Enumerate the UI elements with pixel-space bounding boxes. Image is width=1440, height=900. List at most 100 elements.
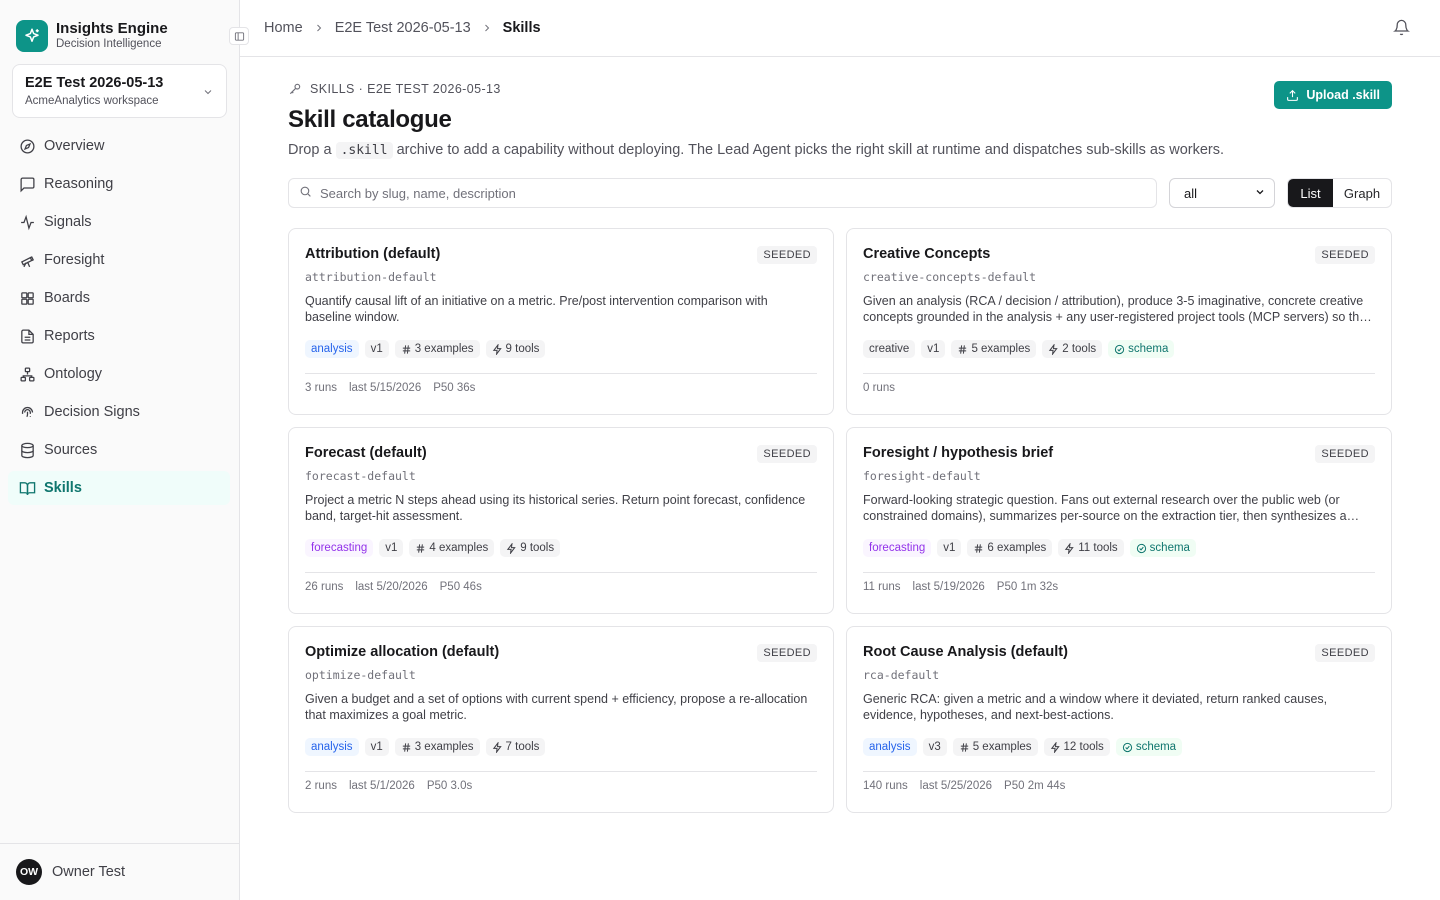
category-tag: creative [863,340,916,358]
skill-stats: 2 runs last 5/1/2026 P50 3.0s [305,780,484,792]
skill-slug: optimize-default [305,668,416,682]
skill-card[interactable]: Forecast (default) SEEDED forecast-defau… [288,427,834,614]
tools-count: 12 tools [1063,741,1104,753]
examples-tag: 4 examples [409,539,495,557]
skill-card[interactable]: Optimize allocation (default) SEEDED opt… [288,626,834,813]
run-count: 26 runs [305,581,344,593]
view-toggle: List Graph [1287,178,1392,208]
skill-title: Creative Concepts [863,246,991,262]
version-tag: v1 [921,340,946,358]
examples-tag: 5 examples [951,340,1037,358]
workspace-title: E2E Test 2026-05-13 [25,75,164,91]
sidebar-item-foresight[interactable]: Foresight [8,243,230,277]
activity-icon [18,213,36,231]
sidebar-item-reports[interactable]: Reports [8,319,230,353]
card-divider [305,373,817,374]
bell-icon[interactable] [1393,19,1410,39]
fingerprint-icon [18,403,36,421]
tools-tag: 11 tools [1058,539,1124,557]
version-tag: v1 [364,340,389,358]
search-box[interactable] [288,178,1157,208]
sidebar-item-sources[interactable]: Sources [8,433,230,467]
sidebar-item-decision-signs[interactable]: Decision Signs [8,395,230,429]
sidebar-item-label: Signals [44,214,92,230]
run-count: 2 runs [305,780,337,792]
sidebar-item-reasoning[interactable]: Reasoning [8,167,230,201]
version-tag: v1 [379,539,404,557]
page-eyebrow: SKILLS · E2E TEST 2026-05-13 [288,80,1392,98]
user-menu[interactable]: OW Owner Test [0,843,239,900]
skill-title: Foresight / hypothesis brief [863,445,1054,461]
upload-icon [1286,89,1299,102]
seeded-badge: SEEDED [1315,644,1375,662]
sidebar-item-label: Decision Signs [44,404,140,420]
breadcrumb-home[interactable]: Home [264,20,303,36]
run-count: 0 runs [863,382,895,394]
description-after: archive to add a capability without depl… [396,142,1225,158]
sidebar-item-label: Reports [44,328,95,344]
skill-slug: foresight-default [863,469,981,483]
sidebar-item-skills[interactable]: Skills [8,471,230,505]
topbar: Home E2E Test 2026-05-13 Skills [240,0,1440,57]
sidebar-item-label: Skills [44,480,82,496]
sidebar-item-label: Boards [44,290,90,306]
skill-tags: forecasting v1 4 examples 9 tools [305,538,817,558]
tools-count: 7 tools [505,741,540,753]
sidebar-item-ontology[interactable]: Ontology [8,357,230,391]
category-tag: forecasting [863,539,932,557]
zap-icon [492,741,503,753]
file-extension-code: .skill [335,142,393,159]
skill-stats: 11 runs last 5/19/2026 P50 1m 32s [863,581,1070,593]
run-count: 3 runs [305,382,337,394]
p50-latency: P50 46s [439,581,482,593]
brand-name: Insights Engine [56,19,168,37]
tools-count: 9 tools [505,343,540,355]
chevron-down-icon [1254,186,1266,201]
skill-card[interactable]: Creative Concepts SEEDED creative-concep… [846,228,1392,415]
skill-title: Root Cause Analysis (default) [863,644,1068,660]
card-divider [305,771,817,772]
skill-slug: rca-default [863,668,940,682]
hash-icon [959,742,970,753]
seeded-badge: SEEDED [1315,445,1375,463]
sidebar-item-boards[interactable]: Boards [8,281,230,315]
brand[interactable]: Insights Engine Decision Intelligence [0,0,239,52]
seeded-badge: SEEDED [757,644,817,662]
skill-tags: forecasting v1 6 examples 11 tools schem… [863,538,1375,558]
sidebar-item-signals[interactable]: Signals [8,205,230,239]
hash-icon [401,344,412,355]
skill-card[interactable]: Foresight / hypothesis brief SEEDED fore… [846,427,1392,614]
examples-tag: 6 examples [967,539,1053,557]
category-tag: analysis [863,738,917,756]
tools-count: 9 tools [520,542,555,554]
upload-skill-button[interactable]: Upload .skill [1274,81,1392,109]
schema-label: schema [1149,542,1190,554]
telescope-icon [18,251,36,269]
workspace-switcher[interactable]: E2E Test 2026-05-13 AcmeAnalytics worksp… [12,64,227,118]
view-list-button[interactable]: List [1288,179,1333,207]
check-circle-icon [1114,344,1125,355]
skill-tags: analysis v1 3 examples 7 tools [305,737,817,757]
examples-count: 5 examples [971,343,1031,355]
sidebar-item-overview[interactable]: Overview [8,129,230,163]
hash-icon [415,543,426,554]
schema-label: schema [1135,741,1177,753]
category-select[interactable]: all [1169,178,1275,208]
examples-count: 6 examples [987,542,1047,554]
skill-card[interactable]: Attribution (default) SEEDED attribution… [288,228,834,415]
view-graph-button[interactable]: Graph [1333,179,1391,207]
search-input[interactable] [320,185,1120,201]
tools-tag: 12 tools [1043,738,1110,756]
skill-card[interactable]: Root Cause Analysis (default) SEEDED rca… [846,626,1392,813]
category-tag: analysis [305,340,359,358]
run-count: 140 runs [863,780,908,792]
schema-tag: schema [1129,539,1196,557]
grid-icon [18,289,36,307]
skill-description: Quantify causal lift of an initiative on… [305,294,768,324]
breadcrumb-project[interactable]: E2E Test 2026-05-13 [335,20,471,36]
seeded-badge: SEEDED [1315,246,1375,264]
skill-title: Forecast (default) [305,445,427,461]
search-icon [299,185,312,201]
skill-slug: attribution-default [305,270,437,284]
main-content: Home E2E Test 2026-05-13 Skills SKILLS ·… [240,0,1440,900]
